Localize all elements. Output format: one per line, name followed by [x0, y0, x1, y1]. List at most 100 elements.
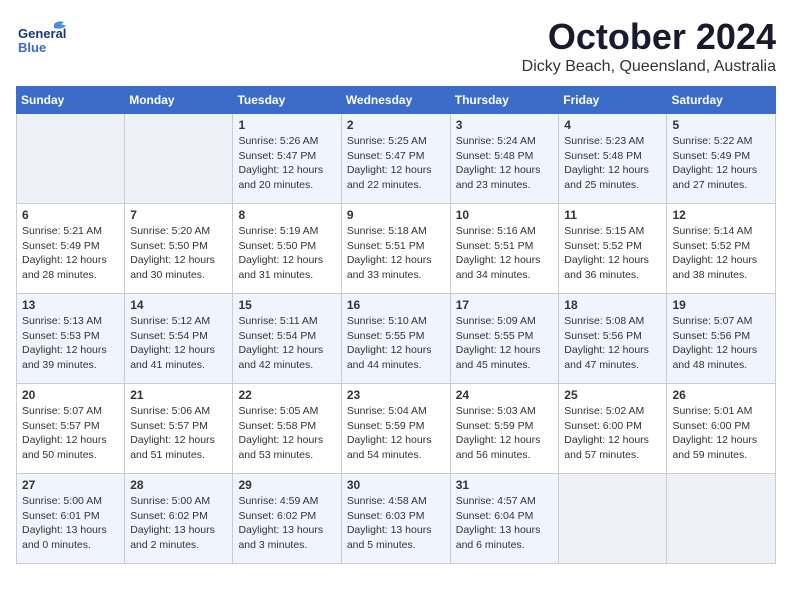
logo: General Blue — [16, 16, 66, 71]
col-sunday: Sunday — [17, 87, 125, 114]
table-cell: 16 Sunrise: 5:10 AM Sunset: 5:55 PM Dayli… — [341, 294, 450, 384]
table-cell: 24 Sunrise: 5:03 AM Sunset: 5:59 PM Dayli… — [450, 384, 559, 474]
day-number: 23 — [347, 388, 445, 402]
cell-info: Sunrise: 5:18 AM Sunset: 5:51 PM Dayligh… — [347, 224, 445, 283]
day-number: 4 — [564, 118, 661, 132]
day-number: 26 — [672, 388, 770, 402]
day-number: 20 — [22, 388, 119, 402]
day-number: 14 — [130, 298, 227, 312]
title-section: October 2024 Dicky Beach, Queensland, Au… — [522, 16, 776, 76]
cell-info: Sunrise: 5:10 AM Sunset: 5:55 PM Dayligh… — [347, 314, 445, 373]
day-number: 5 — [672, 118, 770, 132]
cell-info: Sunrise: 5:11 AM Sunset: 5:54 PM Dayligh… — [238, 314, 335, 373]
day-number: 3 — [456, 118, 554, 132]
cell-info: Sunrise: 5:09 AM Sunset: 5:55 PM Dayligh… — [456, 314, 554, 373]
day-number: 10 — [456, 208, 554, 222]
day-number: 15 — [238, 298, 335, 312]
table-cell: 25Sunrise: 5:02 AM Sunset: 6:00 PM Dayli… — [559, 384, 667, 474]
cell-info: Sunrise: 5:07 AM Sunset: 5:56 PM Dayligh… — [672, 314, 770, 373]
cell-info: Sunrise: 5:00 AM Sunset: 6:01 PM Dayligh… — [22, 494, 119, 553]
table-cell — [125, 114, 233, 204]
table-cell: 27Sunrise: 5:00 AM Sunset: 6:01 PM Dayli… — [17, 474, 125, 564]
col-monday: Monday — [125, 87, 233, 114]
svg-text:Blue: Blue — [18, 40, 46, 55]
col-saturday: Saturday — [667, 87, 776, 114]
table-cell: 4 Sunrise: 5:23 AM Sunset: 5:48 PM Daylig… — [559, 114, 667, 204]
table-cell: 14 Sunrise: 5:12 AM Sunset: 5:54 PM Dayli… — [125, 294, 233, 384]
cell-info: Sunrise: 4:57 AM Sunset: 6:04 PM Dayligh… — [456, 494, 554, 553]
table-cell: 28 Sunrise: 5:00 AM Sunset: 6:02 PM Dayli… — [125, 474, 233, 564]
day-number: 18 — [564, 298, 661, 312]
table-cell: 21 Sunrise: 5:06 AM Sunset: 5:57 PM Dayli… — [125, 384, 233, 474]
cell-info: Sunrise: 5:03 AM Sunset: 5:59 PM Dayligh… — [456, 404, 554, 463]
day-number: 8 — [238, 208, 335, 222]
table-cell: 20 Sunrise: 5:07 AM Sunset: 5:57 PM Dayli… — [17, 384, 125, 474]
table-cell: 11 Sunrise: 5:15 AM Sunset: 5:52 PM Dayli… — [559, 204, 667, 294]
day-number: 29 — [238, 478, 335, 492]
day-number: 31 — [456, 478, 554, 492]
table-cell: 19Sunrise: 5:07 AM Sunset: 5:56 PM Dayli… — [667, 294, 776, 384]
table-cell: 18 Sunrise: 5:08 AM Sunset: 5:56 PM Dayli… — [559, 294, 667, 384]
day-number: 21 — [130, 388, 227, 402]
table-cell: 17 Sunrise: 5:09 AM Sunset: 5:55 PM Dayli… — [450, 294, 559, 384]
table-cell — [559, 474, 667, 564]
cell-info: Sunrise: 5:01 AM Sunset: 6:00 PM Dayligh… — [672, 404, 770, 463]
table-cell: 9 Sunrise: 5:18 AM Sunset: 5:51 PM Daylig… — [341, 204, 450, 294]
day-number: 1 — [238, 118, 335, 132]
table-cell: 10 Sunrise: 5:16 AM Sunset: 5:51 PM Dayli… — [450, 204, 559, 294]
location-title: Dicky Beach, Queensland, Australia — [522, 58, 776, 76]
cell-info: Sunrise: 5:08 AM Sunset: 5:56 PM Dayligh… — [564, 314, 661, 373]
table-cell: 7Sunrise: 5:20 AM Sunset: 5:50 PM Daylig… — [125, 204, 233, 294]
day-number: 11 — [564, 208, 661, 222]
cell-info: Sunrise: 5:07 AM Sunset: 5:57 PM Dayligh… — [22, 404, 119, 463]
cell-info: Sunrise: 5:19 AM Sunset: 5:50 PM Dayligh… — [238, 224, 335, 283]
day-number: 22 — [238, 388, 335, 402]
col-tuesday: Tuesday — [233, 87, 341, 114]
day-number: 9 — [347, 208, 445, 222]
day-number: 17 — [456, 298, 554, 312]
calendar-week-1: 1 Sunrise: 5:26 AM Sunset: 5:47 PM Daylig… — [17, 114, 776, 204]
table-cell: 23Sunrise: 5:04 AM Sunset: 5:59 PM Dayli… — [341, 384, 450, 474]
day-number: 13 — [22, 298, 119, 312]
cell-info: Sunrise: 5:13 AM Sunset: 5:53 PM Dayligh… — [22, 314, 119, 373]
table-cell: 13 Sunrise: 5:13 AM Sunset: 5:53 PM Dayli… — [17, 294, 125, 384]
table-cell: 3Sunrise: 5:24 AM Sunset: 5:48 PM Daylig… — [450, 114, 559, 204]
cell-info: Sunrise: 5:15 AM Sunset: 5:52 PM Dayligh… — [564, 224, 661, 283]
cell-info: Sunrise: 5:14 AM Sunset: 5:52 PM Dayligh… — [672, 224, 770, 283]
calendar-header-row: Sunday Monday Tuesday Wednesday Thursday… — [17, 87, 776, 114]
calendar-week-4: 20 Sunrise: 5:07 AM Sunset: 5:57 PM Dayli… — [17, 384, 776, 474]
table-cell: 30Sunrise: 4:58 AM Sunset: 6:03 PM Dayli… — [341, 474, 450, 564]
cell-info: Sunrise: 5:12 AM Sunset: 5:54 PM Dayligh… — [130, 314, 227, 373]
table-cell: 26 Sunrise: 5:01 AM Sunset: 6:00 PM Dayli… — [667, 384, 776, 474]
day-number: 16 — [347, 298, 445, 312]
calendar-week-3: 13 Sunrise: 5:13 AM Sunset: 5:53 PM Dayli… — [17, 294, 776, 384]
cell-info: Sunrise: 4:59 AM Sunset: 6:02 PM Dayligh… — [238, 494, 335, 553]
day-number: 2 — [347, 118, 445, 132]
cell-info: Sunrise: 5:06 AM Sunset: 5:57 PM Dayligh… — [130, 404, 227, 463]
cell-info: Sunrise: 5:23 AM Sunset: 5:48 PM Dayligh… — [564, 134, 661, 193]
table-cell: 8 Sunrise: 5:19 AM Sunset: 5:50 PM Daylig… — [233, 204, 341, 294]
day-number: 24 — [456, 388, 554, 402]
cell-info: Sunrise: 5:25 AM Sunset: 5:47 PM Dayligh… — [347, 134, 445, 193]
day-number: 6 — [22, 208, 119, 222]
day-number: 28 — [130, 478, 227, 492]
cell-info: Sunrise: 5:20 AM Sunset: 5:50 PM Dayligh… — [130, 224, 227, 283]
header: General Blue October 2024 Dicky Beach, Q… — [16, 16, 776, 76]
calendar-table: Sunday Monday Tuesday Wednesday Thursday… — [16, 86, 776, 564]
cell-info: Sunrise: 4:58 AM Sunset: 6:03 PM Dayligh… — [347, 494, 445, 553]
table-cell: 2 Sunrise: 5:25 AM Sunset: 5:47 PM Daylig… — [341, 114, 450, 204]
col-wednesday: Wednesday — [341, 87, 450, 114]
cell-info: Sunrise: 5:05 AM Sunset: 5:58 PM Dayligh… — [238, 404, 335, 463]
cell-info: Sunrise: 5:26 AM Sunset: 5:47 PM Dayligh… — [238, 134, 335, 193]
month-title: October 2024 — [522, 16, 776, 58]
day-number: 12 — [672, 208, 770, 222]
table-cell: 29 Sunrise: 4:59 AM Sunset: 6:02 PM Dayli… — [233, 474, 341, 564]
cell-info: Sunrise: 5:00 AM Sunset: 6:02 PM Dayligh… — [130, 494, 227, 553]
cell-info: Sunrise: 5:16 AM Sunset: 5:51 PM Dayligh… — [456, 224, 554, 283]
table-cell: 6Sunrise: 5:21 AM Sunset: 5:49 PM Daylig… — [17, 204, 125, 294]
cell-info: Sunrise: 5:22 AM Sunset: 5:49 PM Dayligh… — [672, 134, 770, 193]
calendar-week-2: 6Sunrise: 5:21 AM Sunset: 5:49 PM Daylig… — [17, 204, 776, 294]
col-thursday: Thursday — [450, 87, 559, 114]
table-cell: 15 Sunrise: 5:11 AM Sunset: 5:54 PM Dayli… — [233, 294, 341, 384]
table-cell: 1 Sunrise: 5:26 AM Sunset: 5:47 PM Daylig… — [233, 114, 341, 204]
